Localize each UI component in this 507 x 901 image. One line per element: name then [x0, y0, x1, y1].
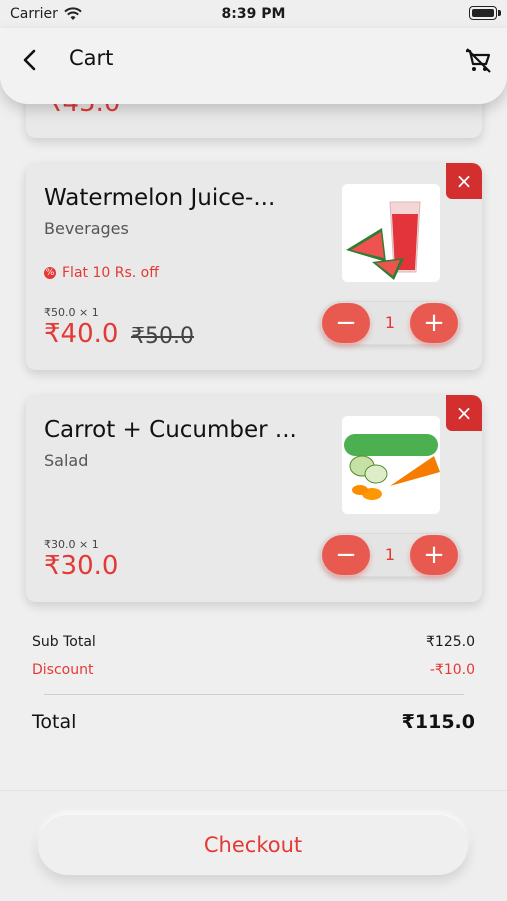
item-original-price: ₹50.0	[131, 324, 194, 349]
discount-value: -₹10.0	[429, 662, 475, 678]
summary-divider	[44, 694, 464, 695]
item-image	[342, 416, 440, 514]
checkout-button[interactable]: Checkout	[38, 815, 468, 875]
unit-price-line: ₹30.0 × 1	[44, 538, 99, 551]
increase-quantity-button[interactable]: +	[410, 303, 458, 343]
quantity-stepper: − 1 +	[320, 533, 460, 577]
subtotal-label: Sub Total	[32, 634, 96, 650]
cart-item: Carrot + Cucumber ... Salad ₹30.0 × 1 ₹3…	[26, 395, 482, 602]
total-label: Total	[32, 711, 77, 733]
item-category: Beverages	[44, 219, 129, 238]
battery-icon	[469, 6, 501, 20]
item-price: ₹40.0	[44, 319, 119, 349]
clear-cart-icon[interactable]	[463, 46, 493, 76]
increase-quantity-button[interactable]: +	[410, 535, 458, 575]
app-header: Cart	[0, 28, 507, 104]
item-price: ₹30.0	[44, 551, 119, 581]
discount-label: Discount	[32, 662, 94, 678]
item-name: Watermelon Juice-...	[44, 185, 276, 211]
cart-item: Watermelon Juice-... Beverages % Flat 10…	[26, 163, 482, 370]
item-image	[342, 184, 440, 282]
subtotal-value: ₹125.0	[426, 634, 475, 650]
total-row: Total ₹115.0	[32, 711, 475, 733]
unit-price-line: ₹50.0 × 1	[44, 306, 99, 319]
status-bar: Carrier 8:39 PM	[0, 0, 507, 28]
remove-item-button[interactable]: ×	[446, 395, 482, 431]
carrot-cucumber-image	[342, 416, 440, 514]
offer-badge: % Flat 10 Rs. off	[44, 265, 159, 281]
watermelon-juice-image	[342, 184, 440, 282]
offer-text: Flat 10 Rs. off	[62, 265, 159, 281]
quantity-stepper: − 1 +	[320, 301, 460, 345]
total-value: ₹115.0	[401, 711, 475, 733]
checkout-footer: Checkout	[0, 790, 507, 901]
back-arrow-icon[interactable]	[16, 46, 44, 74]
discount-row: Discount -₹10.0	[32, 662, 475, 678]
item-category: Salad	[44, 451, 89, 470]
subtotal-row: Sub Total ₹125.0	[32, 634, 475, 650]
item-name: Carrot + Cucumber ...	[44, 417, 297, 443]
page-title: Cart	[69, 46, 114, 70]
discount-icon: %	[44, 267, 56, 279]
remove-item-button[interactable]: ×	[446, 163, 482, 199]
status-time: 8:39 PM	[221, 6, 286, 22]
